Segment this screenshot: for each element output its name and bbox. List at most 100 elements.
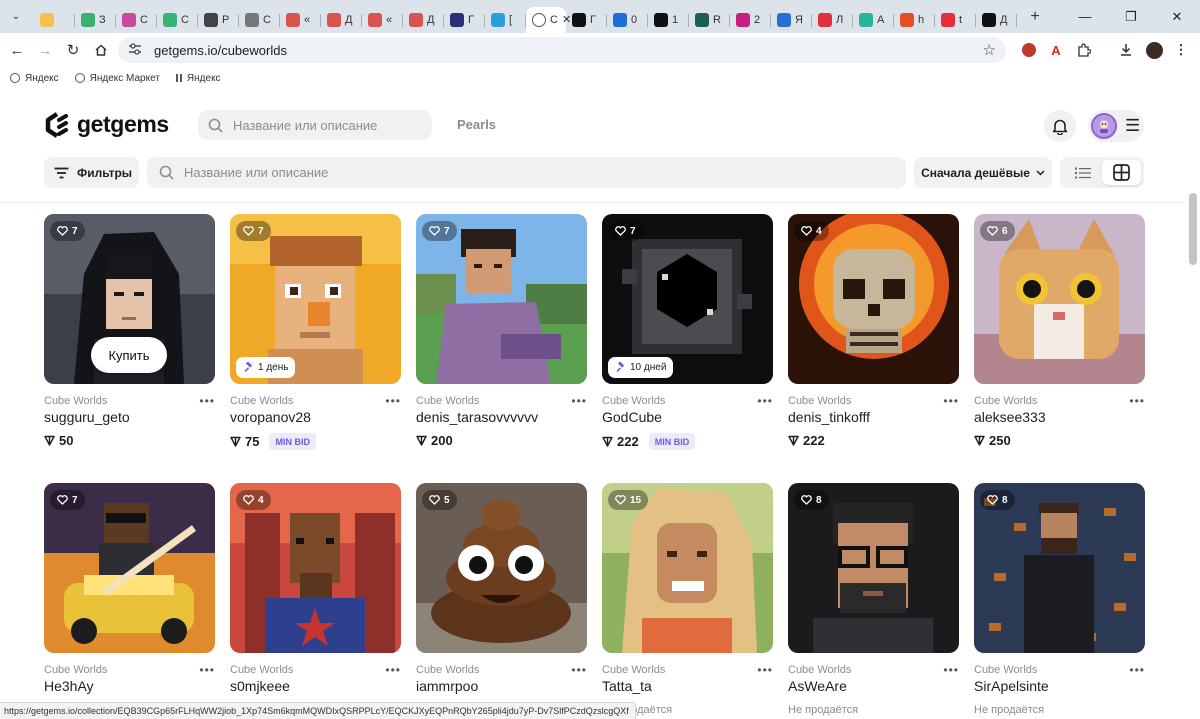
browser-tab[interactable]: А <box>853 7 894 33</box>
browser-tab[interactable]: 1 <box>648 7 689 33</box>
browser-tab[interactable]: Д <box>403 7 444 33</box>
buy-button[interactable]: Купить <box>91 337 167 373</box>
nft-image[interactable]: 4 <box>230 483 401 653</box>
download-icon[interactable] <box>1115 39 1137 61</box>
nft-card[interactable]: 7 1 день Cube Worlds ••• voropanov28 75 MI… <box>230 214 401 454</box>
nft-name[interactable]: sugguru_geto <box>44 409 130 425</box>
like-badge[interactable]: 8 <box>980 490 1015 510</box>
collection-name[interactable]: Cube Worlds <box>230 395 293 407</box>
collection-name[interactable]: Cube Worlds <box>230 664 293 676</box>
bookmark-yandex-market[interactable]: Яндекс Маркет <box>74 73 160 84</box>
browser-tab[interactable]: С <box>157 7 198 33</box>
pearls-link[interactable]: Pearls <box>457 117 496 132</box>
browser-tab[interactable]: С <box>116 7 157 33</box>
more-options-icon[interactable]: ••• <box>385 394 401 408</box>
collection-search-input[interactable]: Название или описание <box>147 157 906 188</box>
nft-name[interactable]: iammrpoo <box>416 678 478 694</box>
nft-image[interactable]: 6 <box>974 214 1145 384</box>
more-options-icon[interactable]: ••• <box>199 394 215 408</box>
browser-tab[interactable]: « <box>280 7 321 33</box>
new-tab-button[interactable]: + <box>1021 8 1049 26</box>
browser-tab[interactable]: R <box>689 7 730 33</box>
browser-tab[interactable]: « <box>362 7 403 33</box>
like-badge[interactable]: 7 <box>50 221 85 241</box>
like-badge[interactable]: 4 <box>236 490 271 510</box>
more-options-icon[interactable]: ••• <box>757 394 773 408</box>
collection-name[interactable]: Cube Worlds <box>788 664 851 676</box>
sort-dropdown[interactable]: Сначала дешёвые <box>914 157 1052 188</box>
nft-name[interactable]: SirApelsinte <box>974 678 1049 694</box>
close-window-button[interactable]: ✕ <box>1154 0 1200 33</box>
like-badge[interactable]: 7 <box>50 490 85 510</box>
nft-name[interactable]: voropanov28 <box>230 409 311 425</box>
grid-view-button[interactable] <box>1102 160 1141 185</box>
extensions-puzzle-icon[interactable] <box>1073 39 1095 61</box>
collection-name[interactable]: Cube Worlds <box>974 395 1037 407</box>
browser-tab[interactable]: Я <box>771 7 812 33</box>
reload-button[interactable]: ↻ <box>59 36 87 64</box>
browser-tab[interactable]: t <box>935 7 976 33</box>
browser-tab[interactable]: [ <box>485 7 526 33</box>
like-badge[interactable]: 4 <box>794 221 829 241</box>
header-search-input[interactable]: Название или описание <box>198 110 432 140</box>
more-options-icon[interactable]: ••• <box>1129 394 1145 408</box>
like-badge[interactable]: 5 <box>422 490 457 510</box>
nft-name[interactable]: He3hAy <box>44 678 94 694</box>
browser-menu-icon[interactable]: ⋮ <box>1170 39 1192 61</box>
nft-image[interactable]: 5 <box>416 483 587 653</box>
nft-name[interactable]: AsWeAre <box>788 678 847 694</box>
browser-tab[interactable]: Л <box>812 7 853 33</box>
nft-image[interactable]: 7 <box>416 214 587 384</box>
nft-card[interactable]: 7 10 дней Cube Worlds ••• GodCube 222 MIN … <box>602 214 773 454</box>
acrobat-extension-icon[interactable]: A <box>1045 39 1067 61</box>
nft-card[interactable]: 7 Cube Worlds ••• He3hAy <box>44 483 215 719</box>
collection-name[interactable]: Cube Worlds <box>602 664 665 676</box>
profile-avatar[interactable] <box>1143 39 1165 61</box>
account-menu-button[interactable]: ☰ <box>1088 110 1144 142</box>
nft-image[interactable]: 15 <box>602 483 773 653</box>
nft-image[interactable]: 7 <box>44 483 215 653</box>
collection-name[interactable]: Cube Worlds <box>974 664 1037 676</box>
nft-image[interactable]: 4 <box>788 214 959 384</box>
more-options-icon[interactable]: ••• <box>385 663 401 677</box>
browser-tab[interactable]: Г <box>566 7 607 33</box>
nft-name[interactable]: denis_tarasovvvvvv <box>416 409 538 425</box>
list-view-button[interactable] <box>1063 160 1102 185</box>
bookmark-yandex-2[interactable]: Яндекс <box>175 73 221 84</box>
site-info-icon[interactable] <box>128 42 142 58</box>
browser-tab[interactable]: Д <box>976 7 1017 33</box>
bookmark-yandex[interactable]: Яндекс <box>10 73 59 84</box>
nft-image[interactable]: 7 10 дней <box>602 214 773 384</box>
filters-button[interactable]: Фильтры <box>44 157 139 188</box>
back-button[interactable]: ← <box>3 36 31 64</box>
collection-name[interactable]: Cube Worlds <box>44 664 107 676</box>
nft-image[interactable]: 8 <box>974 483 1145 653</box>
like-badge[interactable]: 7 <box>236 221 271 241</box>
like-badge[interactable]: 6 <box>980 221 1015 241</box>
nft-name[interactable]: s0mjkeee <box>230 678 290 694</box>
like-badge[interactable]: 7 <box>608 221 643 241</box>
like-badge[interactable]: 8 <box>794 490 829 510</box>
more-options-icon[interactable]: ••• <box>571 394 587 408</box>
collection-name[interactable]: Cube Worlds <box>44 395 107 407</box>
nft-card[interactable]: 4 Cube Worlds ••• s0mjkeee <box>230 483 401 719</box>
nft-card[interactable]: 7 Cube Worlds ••• denis_tarasovvvvvv 200 <box>416 214 587 454</box>
minimize-button[interactable]: — <box>1062 0 1108 33</box>
more-options-icon[interactable]: ••• <box>199 663 215 677</box>
more-options-icon[interactable]: ••• <box>943 394 959 408</box>
browser-tab[interactable]: С ✕ <box>526 6 571 33</box>
getgems-logo[interactable]: getgems <box>45 111 169 138</box>
like-badge[interactable]: 15 <box>608 490 649 510</box>
more-options-icon[interactable]: ••• <box>943 663 959 677</box>
collection-name[interactable]: Cube Worlds <box>416 395 479 407</box>
nft-image[interactable]: 7 Купить <box>44 214 215 384</box>
browser-tab[interactable]: С <box>239 7 280 33</box>
notifications-button[interactable] <box>1044 110 1076 142</box>
forward-button[interactable]: → <box>31 36 59 64</box>
browser-tab[interactable]: 0 <box>607 7 648 33</box>
nft-card[interactable]: 5 Cube Worlds ••• iammrpoo <box>416 483 587 719</box>
omnibox[interactable]: getgems.io/cubeworlds ☆ <box>118 37 1006 63</box>
nft-card[interactable]: 15 Cube Worlds ••• Tatta_ta Не продаётся <box>602 483 773 719</box>
bookmark-star-icon[interactable]: ☆ <box>983 41 996 59</box>
browser-tab[interactable]: h <box>894 7 935 33</box>
